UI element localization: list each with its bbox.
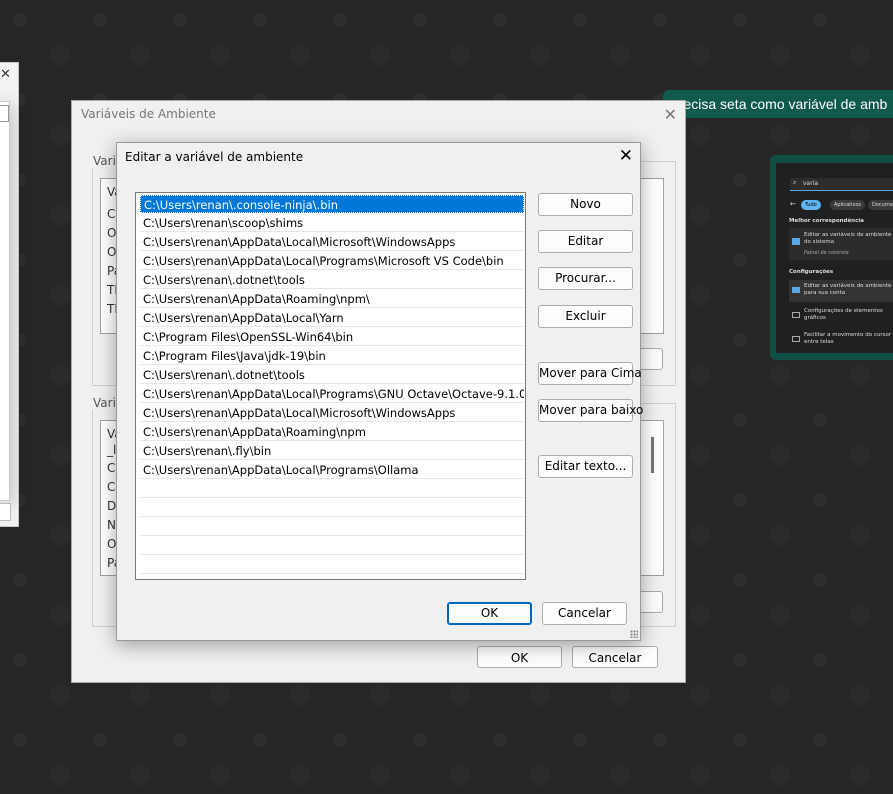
move-down-button[interactable]: Mover para baixo	[538, 399, 643, 422]
background-list	[0, 101, 10, 501]
path-list-empty-row[interactable]	[140, 556, 524, 574]
thumbnail-settings-item-text: Facilitar a movimento do cursor entre te…	[804, 332, 892, 345]
system-variables-label: Vari	[91, 396, 118, 410]
scrollbar-thumb[interactable]	[651, 437, 654, 473]
move-up-button[interactable]: Mover para Cima	[538, 362, 642, 385]
edit-variable-dialog: Editar a variável de ambiente ✕ C:\Users…	[116, 142, 643, 641]
cancel-button[interactable]: Cancelar	[542, 602, 627, 625]
thumbnail-settings-item-0: Editar as variáveis de ambiente para sua…	[789, 280, 893, 302]
thumbnail-tab-apps: Aplicativos	[830, 200, 866, 210]
dialog-title: Variáveis de Ambiente	[81, 107, 216, 121]
path-list-item[interactable]: C:\Users\renan\AppData\Local\Microsoft\W…	[140, 233, 524, 251]
path-list-item[interactable]: C:\Users\renan\AppData\Local\Programs\GN…	[140, 385, 524, 403]
close-icon[interactable]: ✕	[0, 67, 11, 82]
path-list-item[interactable]: C:\Users\renan\AppData\Local\Programs\Mi…	[140, 252, 524, 270]
path-list-item[interactable]: C:\Users\renan\.dotnet\tools	[140, 366, 524, 384]
chat-image-thumbnail[interactable]: ⌕ varia ← Tudo Aplicativos Documen Melho…	[770, 155, 893, 360]
thumbnail-settings-item-text: Editar as variáveis de ambiente para sua…	[804, 283, 892, 296]
back-arrow-icon: ←	[790, 200, 796, 208]
edit-text-button[interactable]: Editar texto...	[538, 455, 633, 478]
thumbnail-screen: ⌕ varia ← Tudo Aplicativos Documen Melho…	[776, 163, 893, 353]
path-list-item[interactable]: C:\Users\renan\.dotnet\tools	[140, 271, 524, 289]
thumbnail-settings-item-text: Configurações de elementos gráficos	[804, 308, 883, 321]
thumbnail-settings-icon	[792, 287, 800, 293]
thumbnail-search-icon: ⌕	[793, 179, 797, 186]
path-list-item[interactable]: C:\Users\renan\AppData\Local\Yarn	[140, 309, 524, 327]
thumbnail-settings-label: Configurações	[789, 269, 834, 275]
thumbnail-search-text: varia	[803, 180, 819, 187]
outer-cancel-button[interactable]: Cancelar	[572, 646, 658, 668]
path-list-item[interactable]: C:\Users\renan\.console-ninja\.bin	[140, 195, 524, 213]
thumbnail-best-match-item: Editar as variáveis de ambiente do siste…	[804, 232, 892, 245]
chat-message-bubble: precisa seta como variável de amb	[663, 90, 893, 118]
path-list-empty-row[interactable]	[140, 537, 524, 555]
background-field	[0, 105, 9, 122]
path-list-item[interactable]: C:\Users\renan\.fly\bin	[140, 442, 524, 460]
new-button[interactable]: Novo	[538, 193, 633, 216]
path-list-item[interactable]: C:\Program Files\OpenSSL-Win64\bin	[140, 328, 524, 346]
ok-button[interactable]: OK	[447, 602, 532, 625]
monitor-icon	[792, 336, 800, 342]
path-list-item[interactable]: C:\Users\renan\AppData\Local\Programs\Ol…	[140, 461, 524, 479]
thumbnail-best-match-card: Editar as variáveis de ambiente do siste…	[789, 228, 893, 260]
edit-button[interactable]: Editar	[538, 230, 633, 253]
path-list-empty-row[interactable]	[140, 518, 524, 536]
path-list-item[interactable]: C:\Program Files\Java\jdk-19\bin	[140, 347, 524, 365]
path-list-item[interactable]: C:\Users\renan\AppData\Local\Microsoft\W…	[140, 404, 524, 422]
dialog-title: Editar a variável de ambiente	[125, 150, 304, 164]
path-list[interactable]: C:\Users\renan\.console-ninja\.bin C:\Use…	[135, 192, 526, 580]
thumbnail-tab-docs: Documen	[868, 200, 893, 210]
resize-grip-icon[interactable]	[630, 630, 638, 638]
system-variables-button[interactable]	[638, 591, 663, 613]
monitor-icon	[792, 312, 800, 318]
path-list-item[interactable]: C:\Users\renan\scoop\shims	[140, 214, 524, 232]
path-list-empty-row[interactable]	[140, 480, 524, 498]
path-list-item[interactable]: C:\Users\renan\AppData\Roaming\npm\	[140, 290, 524, 308]
browse-button[interactable]: Procurar...	[538, 267, 633, 290]
thumbnail-best-match-sub: Painel de controle	[804, 250, 849, 256]
outer-ok-button[interactable]: OK	[477, 646, 562, 668]
background-window-left: ✕	[0, 62, 19, 527]
thumbnail-app-icon	[792, 238, 800, 245]
delete-button[interactable]: Excluir	[538, 305, 633, 328]
close-icon[interactable]: ✕	[619, 146, 633, 166]
thumbnail-tab-all: Tudo	[801, 200, 821, 210]
chat-message-text: precisa seta como variável de amb	[671, 96, 888, 112]
thumbnail-best-match-label: Melhor correspondência	[789, 218, 864, 224]
path-list-item[interactable]: C:\Users\renan\AppData\Roaming\npm	[140, 423, 524, 441]
list-item: _l	[107, 443, 117, 457]
user-variables-label: Vari	[91, 154, 118, 168]
thumbnail-settings-item-1: Configurações de elementos gráficos	[789, 305, 893, 325]
background-button	[0, 503, 11, 521]
path-list-empty-row[interactable]	[140, 499, 524, 517]
close-icon[interactable]: ✕	[664, 105, 677, 124]
thumbnail-settings-item-2: Facilitar a movimento do cursor entre te…	[789, 329, 893, 349]
